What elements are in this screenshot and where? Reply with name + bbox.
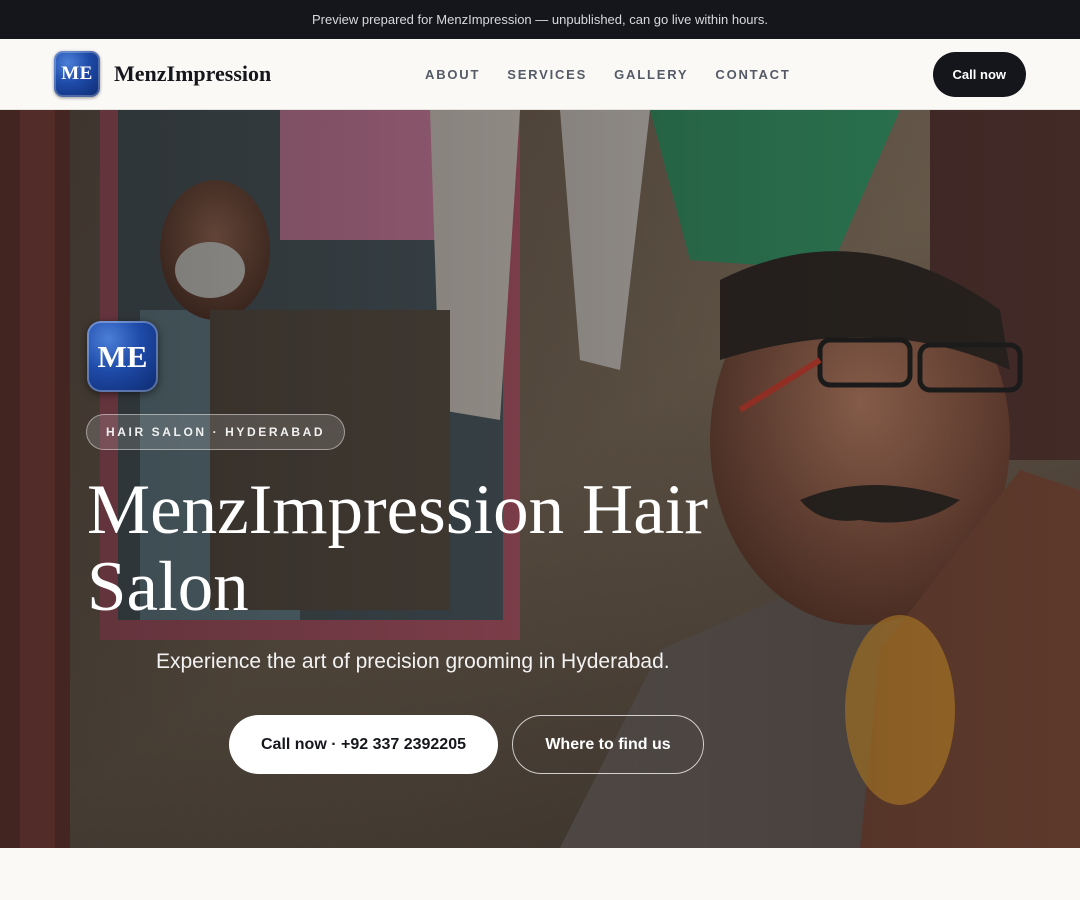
nav-contact[interactable]: CONTACT xyxy=(715,67,790,82)
category-pill: HAIR SALON · HYDERABAD xyxy=(86,414,346,450)
hero-title: MenzImpression Hair Salon xyxy=(87,471,709,626)
nav-services[interactable]: SERVICES xyxy=(507,67,587,82)
hero-logo: ME xyxy=(87,321,158,392)
preview-banner: Preview prepared for MenzImpression — un… xyxy=(0,0,1080,39)
hero: ME HAIR SALON · HYDERABAD MenzImpression… xyxy=(0,110,1080,848)
site-header: ME MenzImpression ABOUT SERVICES GALLERY… xyxy=(0,39,1080,110)
call-now-button[interactable]: Call now xyxy=(932,52,1026,97)
call-phone-button[interactable]: Call now · +92 337 2392205 xyxy=(229,715,498,774)
nav-gallery[interactable]: GALLERY xyxy=(614,67,688,82)
hero-subtitle: Experience the art of precision grooming… xyxy=(156,650,670,673)
brand-logo: ME xyxy=(54,51,100,97)
main-nav: ABOUT SERVICES GALLERY CONTACT xyxy=(425,39,791,110)
nav-about[interactable]: ABOUT xyxy=(425,67,480,82)
preview-notice: Preview prepared for MenzImpression — un… xyxy=(312,12,768,27)
brand[interactable]: ME MenzImpression xyxy=(54,51,271,97)
find-us-button[interactable]: Where to find us xyxy=(512,715,704,774)
brand-name: MenzImpression xyxy=(114,61,272,86)
